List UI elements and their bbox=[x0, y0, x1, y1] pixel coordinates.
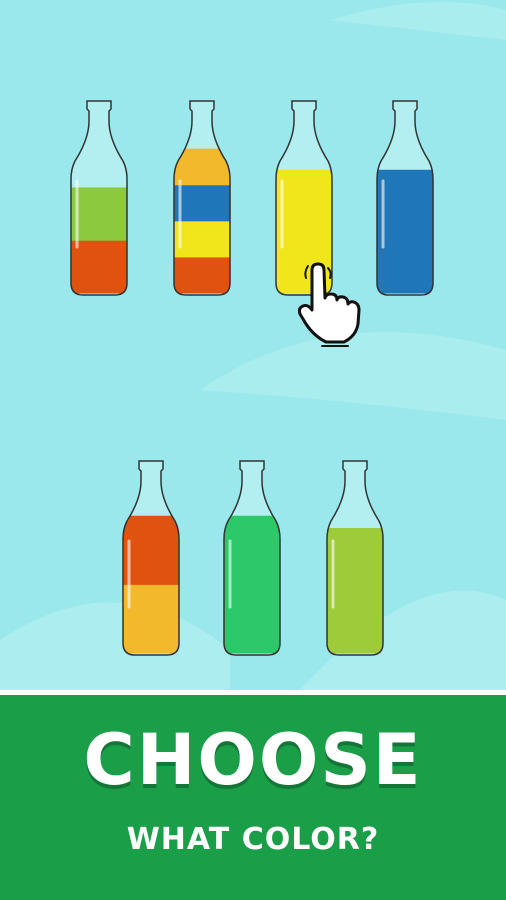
game-screen: CHOOSE WHAT COLOR? bbox=[0, 0, 506, 900]
liquid-layer bbox=[174, 256, 230, 294]
bottle-7[interactable] bbox=[325, 457, 385, 657]
liquid-layer bbox=[71, 240, 127, 294]
bottle-4[interactable] bbox=[375, 97, 435, 297]
bottle-1[interactable] bbox=[69, 97, 129, 297]
bottle-2[interactable] bbox=[172, 97, 232, 297]
banner-subtitle: WHAT COLOR? bbox=[126, 822, 380, 857]
banner: CHOOSE WHAT COLOR? bbox=[0, 690, 506, 900]
bottle-5[interactable] bbox=[121, 457, 181, 657]
bottle-6[interactable] bbox=[222, 457, 282, 657]
banner-title: CHOOSE bbox=[83, 719, 423, 801]
pointing-hand-icon bbox=[298, 262, 361, 347]
liquid-layer bbox=[174, 148, 230, 186]
